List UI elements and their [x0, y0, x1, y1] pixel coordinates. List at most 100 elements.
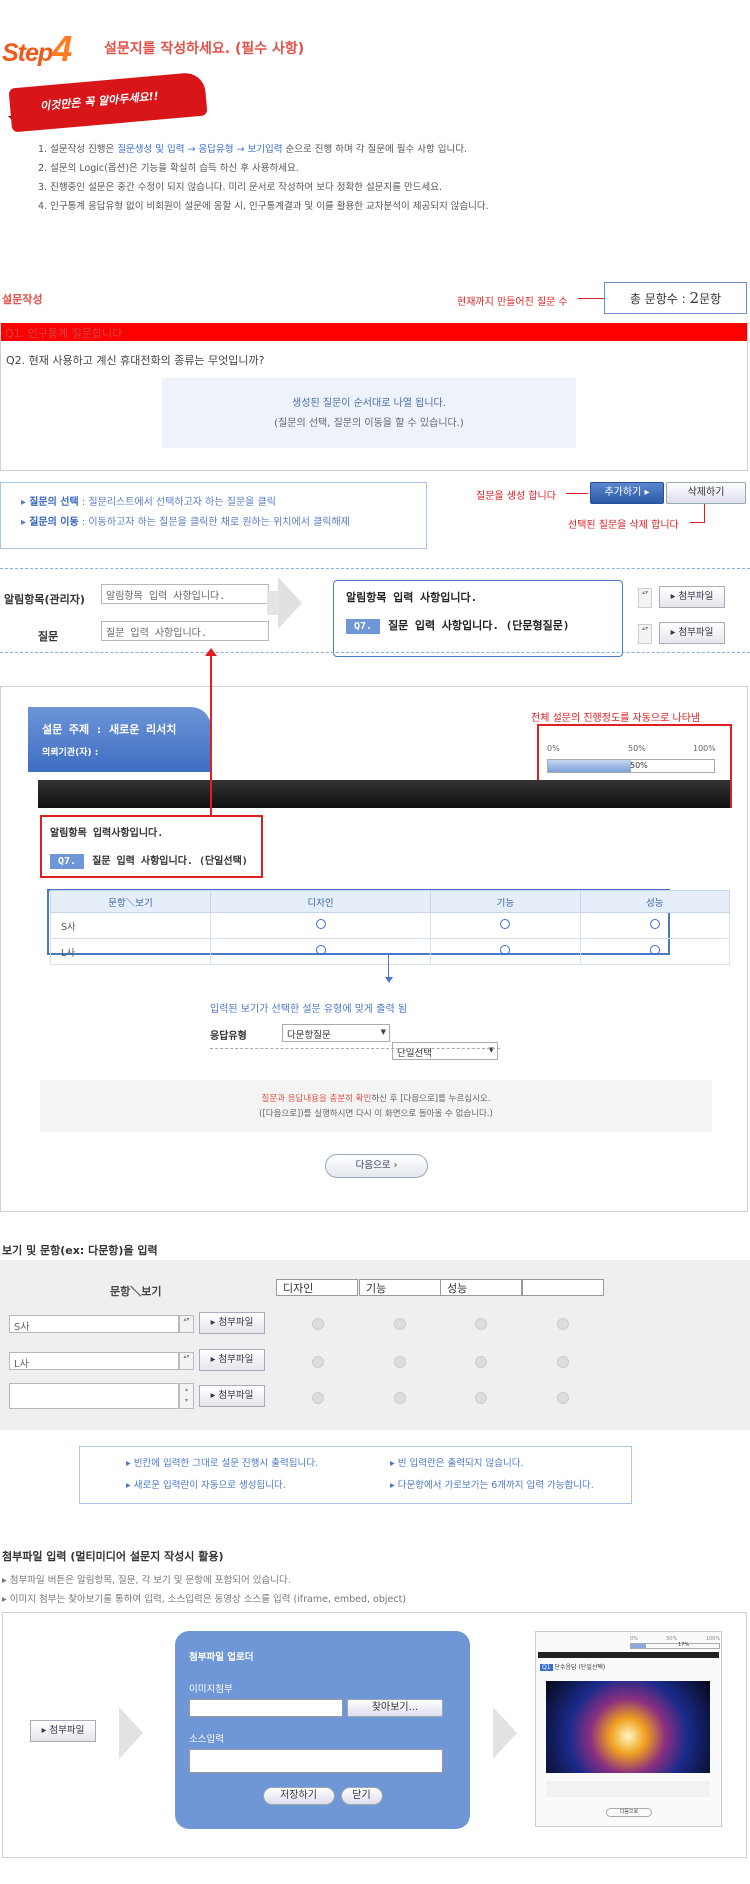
- row-input[interactable]: L사: [9, 1352, 179, 1370]
- survey-notice: 알림항목 입력사항입니다.: [50, 828, 164, 839]
- scroll-stepper[interactable]: ▴▾: [638, 624, 652, 644]
- delete-question-button[interactable]: 삭제하기: [666, 482, 746, 504]
- link-line: [210, 653, 212, 815]
- question-item-q1[interactable]: Q1. 인구통계 질문합니다: [1, 323, 747, 341]
- attach-button[interactable]: ▸ 첨부파일: [659, 622, 725, 644]
- preview-question: Q7. 질문 입력 사항입니다. (단문형질문): [346, 617, 610, 634]
- progress-fill: [548, 760, 631, 772]
- next-button[interactable]: 다음으로 ›: [325, 1154, 428, 1178]
- add-note-line: [566, 493, 588, 494]
- compose-title: 설문작성: [2, 293, 43, 306]
- link-arrow-icon: [205, 648, 217, 656]
- modal-title: 첨부파일 업로더: [189, 1652, 254, 1663]
- step-title: 설문지를 작성하세요. (필수 사항): [104, 41, 305, 57]
- radio-option[interactable]: [579, 912, 731, 939]
- rule-item: 4. 인구통계 응답유형 없이 비회원이 설문에 응할 시, 인구통계결과 및 …: [38, 201, 489, 212]
- choice-input[interactable]: 성능: [440, 1279, 522, 1296]
- attach-button[interactable]: ▸ 첨부파일: [30, 1720, 96, 1742]
- progress-note: 전체 설문의 진행정도를 자동으로 나타냄: [531, 713, 701, 724]
- attach-button[interactable]: ▸ 첨부파일: [199, 1385, 265, 1407]
- close-button[interactable]: 닫기: [340, 1787, 383, 1805]
- divider: [0, 568, 750, 569]
- attach-bullet: ▸ 이미지 첨부는 찾아보기를 통하여 입력, 소스입력은 동영상 소스를 입력…: [2, 1594, 407, 1605]
- guide-select: ▸ 질문의 선택 : 질문리스트에서 선택하고자 하는 질문을 클릭: [21, 497, 276, 508]
- rule-item: 3. 진행중인 설문은 중간 수정이 되지 않습니다. 미리 문서로 작성하여 …: [38, 182, 442, 193]
- attach-button[interactable]: ▸ 첨부파일: [199, 1349, 265, 1371]
- options-title: 보기 및 문항(ex: 다문항)을 입력: [2, 1244, 158, 1257]
- radio-placeholder: [475, 1356, 487, 1371]
- image-path-input[interactable]: [189, 1699, 343, 1717]
- progress-tick: 50%: [628, 744, 646, 753]
- attach-bullet: ▸ 첨부파일 버튼은 알림항목, 질문, 각 보기 및 문항에 포함되어 있습니…: [2, 1575, 291, 1586]
- question-preview-card: 알림항목 입력 사항입니다. Q7. 질문 입력 사항입니다. (단문형질문): [333, 580, 623, 657]
- radio-placeholder: [312, 1356, 324, 1371]
- choice-input[interactable]: [522, 1279, 604, 1296]
- usage-guide: ▸ 질문의 선택 : 질문리스트에서 선택하고자 하는 질문을 클릭 ▸ 질문의…: [0, 482, 427, 549]
- scroll-stepper[interactable]: ▴▾: [638, 588, 652, 608]
- info-main: 생성된 질문이 순서대로 나열 됩니다.: [292, 398, 446, 409]
- rule-item: 1. 설문작성 진행은 질문생성 및 입력 → 응답유형 → 보기입력 순으로 …: [38, 144, 467, 155]
- options-info: ▸ 빈칸에 입력한 그대로 설문 진행시 출력됩니다. ▸ 빈 입력란은 출력되…: [79, 1446, 632, 1504]
- attach-button[interactable]: ▸ 첨부파일: [659, 586, 725, 608]
- options-col-header: 문항＼보기: [110, 1285, 162, 1298]
- scroll-stepper[interactable]: ▴▾: [179, 1383, 194, 1409]
- progress-tick: 0%: [547, 744, 560, 753]
- radio-placeholder: [557, 1356, 569, 1371]
- row-input[interactable]: [9, 1383, 179, 1409]
- survey-dark-bar: [38, 780, 730, 808]
- notice-ribbon: 이것만은 꼭 알아두세요!!: [8, 71, 208, 133]
- add-note: 질문을 생성 합니다: [476, 491, 556, 502]
- radio-placeholder: [312, 1392, 324, 1407]
- survey-header: 설문 주제 : 새로운 리서치 의뢰기관(자) :: [28, 707, 211, 772]
- survey-question: Q7. 질문 입력 사항입니다. (단일선택): [50, 852, 248, 869]
- scroll-stepper[interactable]: ▴▾: [179, 1352, 194, 1370]
- step-logo: Step4: [2, 28, 72, 69]
- question-item-q2[interactable]: Q2. 현재 사용하고 계신 휴대전화의 종류는 무엇입니까?: [6, 352, 265, 368]
- count-note-line: [578, 298, 604, 299]
- radio-option[interactable]: [430, 912, 581, 939]
- progress-label: 50%: [630, 761, 648, 770]
- preview-notice: 알림항목 입력 사항입니다.: [346, 591, 478, 604]
- output-arrow-icon: [385, 977, 393, 983]
- choice-input[interactable]: 기능: [359, 1279, 441, 1296]
- thumb-question: Q1 단수응답 (단일선택): [540, 1664, 606, 1671]
- add-question-button[interactable]: 추가하기 ▸: [590, 482, 664, 504]
- matrix-header: 성능: [579, 890, 731, 913]
- choice-type-select[interactable]: 단일선택: [392, 1042, 498, 1060]
- matrix-header: 문항＼보기: [50, 890, 211, 913]
- scroll-stepper[interactable]: ▴▾: [179, 1315, 194, 1333]
- source-input[interactable]: [189, 1749, 443, 1773]
- radio-option[interactable]: [209, 912, 432, 939]
- row-input[interactable]: S사: [9, 1315, 179, 1333]
- concert-image: [546, 1681, 710, 1773]
- radio-placeholder: [475, 1392, 487, 1407]
- count-note: 현재까지 만들어진 질문 수: [457, 297, 568, 308]
- radio-option[interactable]: [430, 938, 581, 965]
- radio-option[interactable]: [209, 938, 432, 965]
- delete-note-line: [690, 522, 705, 523]
- progress-tick: 100%: [693, 744, 716, 753]
- choice-input[interactable]: 디자인: [276, 1279, 358, 1296]
- delete-note: 선택된 질문을 삭제 합니다: [568, 520, 679, 531]
- source-label: 소스입력: [189, 1734, 224, 1745]
- notice-input[interactable]: 알림항목 입력 사항입니다.: [101, 584, 269, 604]
- browse-button[interactable]: 찾아보기...: [347, 1699, 443, 1717]
- divider: [0, 652, 750, 653]
- matrix-row-label: S사: [50, 912, 211, 939]
- save-button[interactable]: 저장하기: [262, 1787, 335, 1805]
- radio-placeholder: [475, 1318, 487, 1333]
- response-type-select[interactable]: 다문항질문: [282, 1024, 390, 1042]
- question-input[interactable]: 질문 입력 사항입니다.: [101, 621, 269, 641]
- survey-topic: 설문 주제 : 새로운 리서치: [42, 723, 177, 736]
- rule-item: 2. 설문의 Logic(옵션)은 기능을 확실히 습득 하신 후 사용하세요.: [38, 163, 299, 174]
- output-note: 입력된 보기가 선택한 설문 유형에 맞게 출력 됨: [210, 1004, 408, 1015]
- radio-placeholder: [394, 1356, 406, 1371]
- radio-placeholder: [394, 1318, 406, 1333]
- radio-option[interactable]: [579, 938, 731, 965]
- thumb-ticks: 0% 50% 100%: [630, 1636, 720, 1642]
- attach-button[interactable]: ▸ 첨부파일: [199, 1312, 265, 1334]
- radio-placeholder: [557, 1318, 569, 1333]
- thumb-progress-label: 17%: [678, 1642, 690, 1648]
- choice-matrix: 문항＼보기 디자인 기능 성능 S사 L사: [50, 890, 731, 965]
- delete-note-vline: [704, 504, 705, 522]
